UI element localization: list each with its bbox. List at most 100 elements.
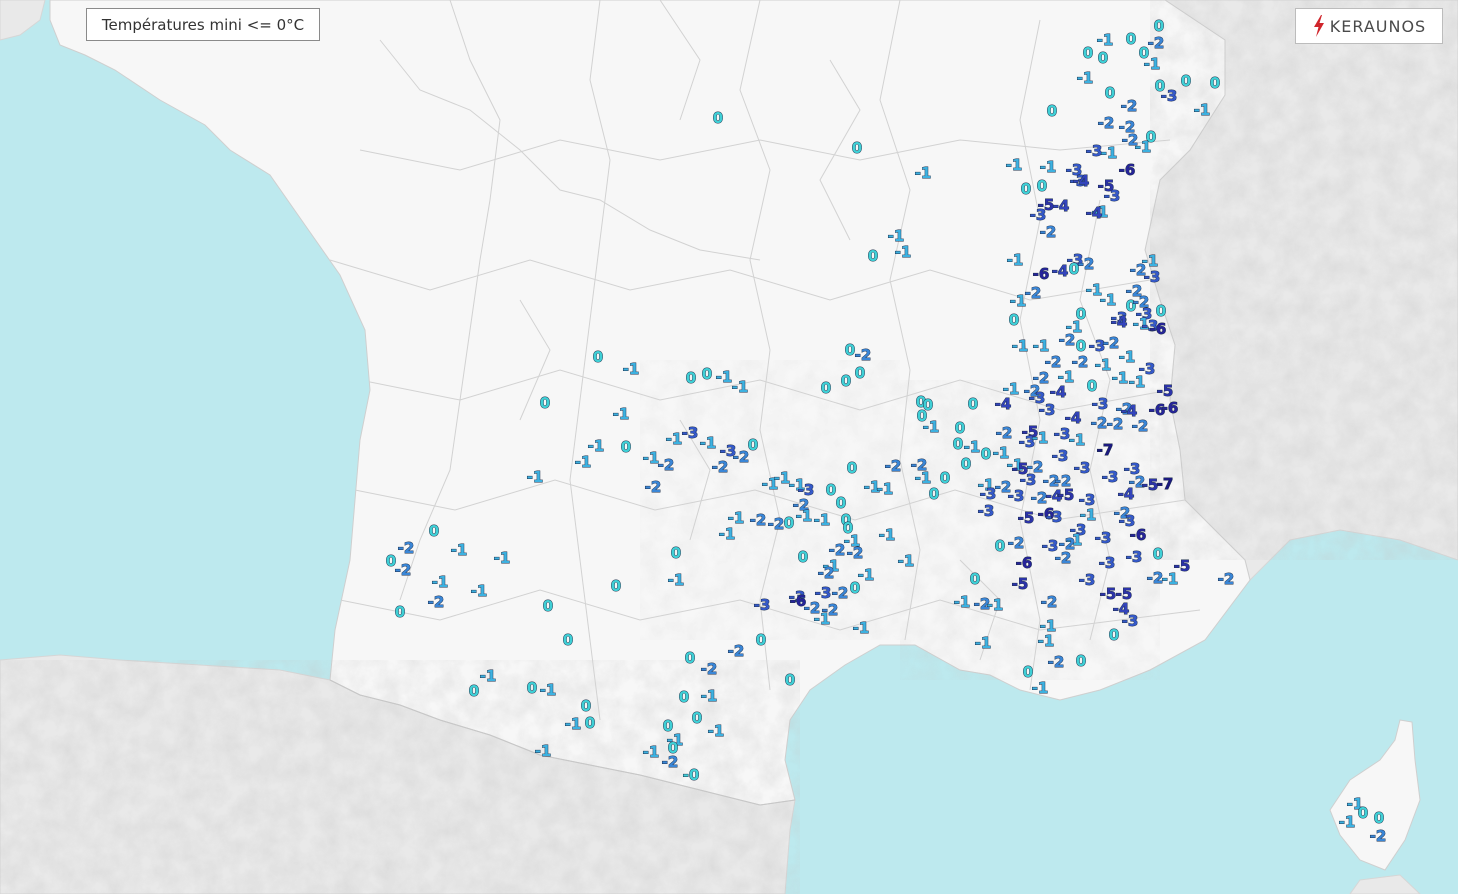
temperature-label: -1 <box>613 405 630 423</box>
temperature-label: -3 <box>1008 487 1025 505</box>
temperature-label: -1 <box>732 378 749 396</box>
temperature-label: 0 <box>845 341 855 359</box>
temperature-label: 0 <box>1154 17 1164 35</box>
temperature-label: -2 <box>818 564 835 582</box>
temperature-label: -1 <box>814 511 831 529</box>
temperature-label: -1 <box>701 687 718 705</box>
temperature-label: -2 <box>658 456 675 474</box>
temperature-label: 0 <box>679 688 689 706</box>
temperature-label: 0 <box>917 407 927 425</box>
temperature-label: 0 <box>713 109 723 127</box>
temperature-label: 0 <box>1087 377 1097 395</box>
temperature-label: -2 <box>1025 284 1042 302</box>
temperature-label: -7 <box>1097 441 1114 459</box>
map-title: Températures mini <= 0°C <box>86 8 320 41</box>
temperature-label: -1 <box>700 434 717 452</box>
temperature-label: -1 <box>1038 632 1055 650</box>
temperature-label: 0 <box>1210 74 1220 92</box>
temperature-label: -1 <box>1144 55 1161 73</box>
temperature-label: -3 <box>754 596 771 614</box>
temperature-label: 0 <box>563 631 573 649</box>
temperature-label: -5 <box>1012 575 1029 593</box>
temperature-label: -1 <box>1101 144 1118 162</box>
temperature-label: -3 <box>1052 447 1069 465</box>
temperature-label: -1 <box>975 634 992 652</box>
temperature-label: -4 <box>1073 172 1090 190</box>
temperature-label: -1 <box>1095 356 1112 374</box>
temperature-label: 0 <box>784 514 794 532</box>
temperature-label: -7 <box>1157 475 1174 493</box>
temperature-label: 0 <box>940 469 950 487</box>
temperature-label: -1 <box>1194 101 1211 119</box>
temperature-label: 0 <box>995 537 1005 555</box>
temperature-label: -1 <box>915 164 932 182</box>
temperature-label: -3 <box>1074 459 1091 477</box>
temperature-label: 0 <box>981 445 991 463</box>
temperature-label: -6 <box>1150 320 1167 338</box>
lightning-bolt-icon <box>1313 15 1324 37</box>
temperature-label: -6 <box>1119 161 1136 179</box>
temperature-label: -2 <box>728 642 745 660</box>
temperature-label: -1 <box>565 715 582 733</box>
temperature-label: -1 <box>575 453 592 471</box>
temperature-label: 0 <box>785 671 795 689</box>
temperature-label: 0 <box>850 579 860 597</box>
temperature-label: 0 <box>1047 102 1057 120</box>
temperature-label: 0 <box>685 649 695 667</box>
temperature-label: -1 <box>1006 156 1023 174</box>
temperature-label: -2 <box>1040 223 1057 241</box>
temperature-label: -4 <box>1052 262 1069 280</box>
temperature-label: 0 <box>543 597 553 615</box>
temperature-label: -2 <box>885 457 902 475</box>
temperature-label: 0 <box>469 682 479 700</box>
map-canvas[interactable]: 0-1 0 -20 0 0-1-1 0 0 0-3-10-20-2 -20-2-1-3-100-… <box>0 0 1458 894</box>
map-title-text: Températures mini <= 0°C <box>101 15 305 34</box>
temperature-label: -4 <box>1086 204 1103 222</box>
temperature-label: -1 <box>480 667 497 685</box>
temperature-label: -1 <box>1032 429 1049 447</box>
temperature-label: -1 <box>853 619 870 637</box>
temperature-label: -1 <box>987 596 1004 614</box>
temperature-label: -2 <box>1370 827 1387 845</box>
temperature-label: -3 <box>978 502 995 520</box>
temperature-label: -1 <box>1069 431 1086 449</box>
temperature-label: -2 <box>1048 653 1065 671</box>
temperature-label: -2 <box>1078 255 1095 273</box>
temperature-label: 0 <box>702 365 712 383</box>
temperature-label: -2 <box>701 660 718 678</box>
temperature-label: -5 <box>1018 509 1035 527</box>
temperature-label: -2 <box>1148 34 1165 52</box>
temperature-label: 0 <box>527 679 537 697</box>
temperature-label: -2 <box>1041 593 1058 611</box>
temperature-label: -3 <box>1030 206 1047 224</box>
brand-logo[interactable]: KERAUNOS <box>1295 8 1443 44</box>
temperature-label: -2 <box>645 478 662 496</box>
temperature-label: 0 <box>1076 652 1086 670</box>
temperature-label: 0 <box>686 369 696 387</box>
temperature-label: -6 <box>1016 554 1033 572</box>
temperature-label: -1 <box>1012 337 1029 355</box>
temperature-label: -6 <box>1130 526 1147 544</box>
temperature-label: 0 <box>1083 44 1093 62</box>
temperature-label: -1 <box>471 582 488 600</box>
temperature-label: -2 <box>1091 414 1108 432</box>
temperature-label: -3 <box>1144 268 1161 286</box>
temperature-label: -1 <box>540 681 557 699</box>
temperature-label: 0 <box>1105 84 1115 102</box>
temperature-label: -2 <box>855 346 872 364</box>
temperature-label: -1 <box>719 525 736 543</box>
temperature-label: -1 <box>1100 291 1117 309</box>
temperature-label: -2 <box>1121 97 1138 115</box>
temperature-label: -1 <box>898 552 915 570</box>
temperature-label: 0 <box>692 709 702 727</box>
temperature-label: 0 <box>611 577 621 595</box>
temperature-label: -2 <box>1098 114 1115 132</box>
temperature-label: -2 <box>428 593 445 611</box>
temperature-label: -1 <box>1077 69 1094 87</box>
temperature-label: -6 <box>1033 265 1050 283</box>
temperature-label: 0 <box>841 372 851 390</box>
temperature-label: 0 <box>1009 311 1019 329</box>
temperature-label: -1 <box>1112 369 1129 387</box>
temperature-label: -3 <box>1161 87 1178 105</box>
temperature-label: -3 <box>1122 612 1139 630</box>
